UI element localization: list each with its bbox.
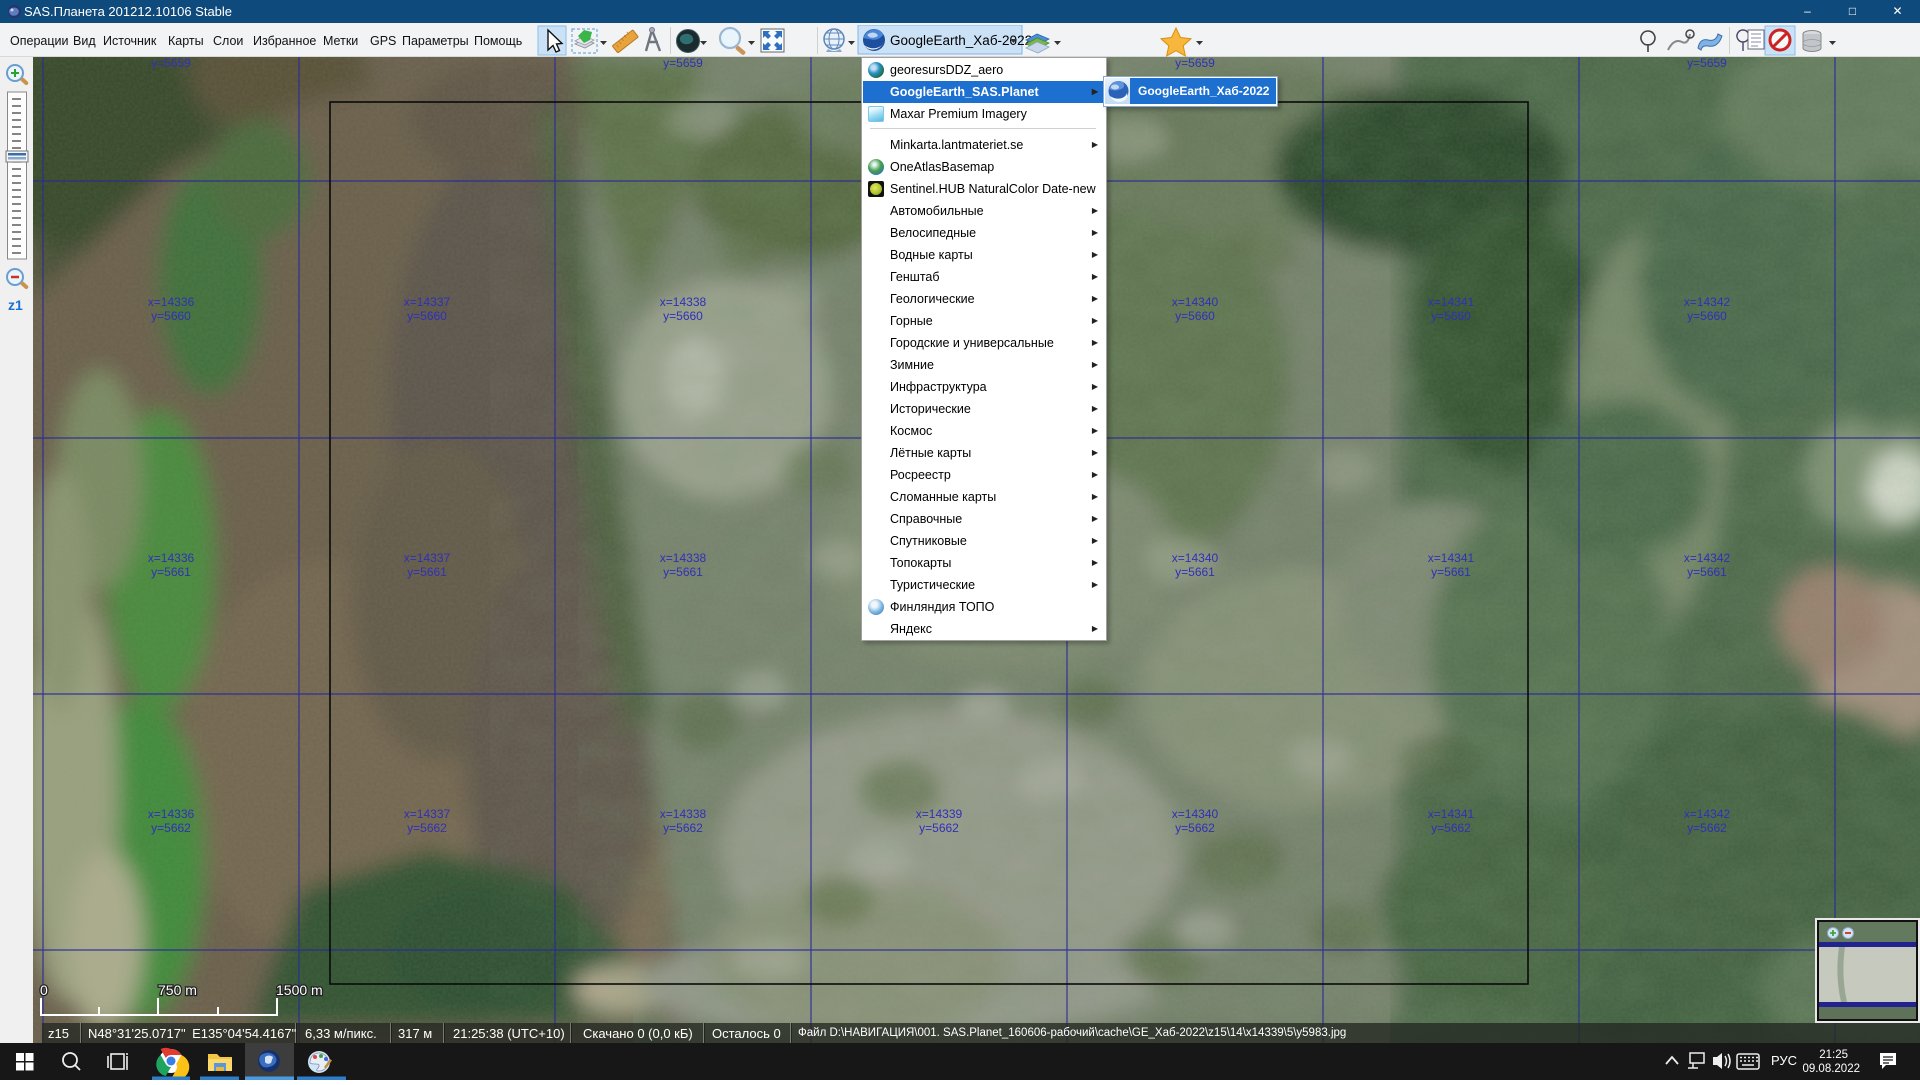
svg-text:x=14337: x=14337 <box>404 295 451 309</box>
svg-text:y=5661: y=5661 <box>1431 565 1471 579</box>
svg-text:x=14340: x=14340 <box>1172 551 1219 565</box>
svg-text:y=5661: y=5661 <box>407 565 447 579</box>
svg-text:y=5661: y=5661 <box>1175 565 1215 579</box>
svg-text:x=14342: x=14342 <box>1684 807 1731 821</box>
svg-text:1500 m: 1500 m <box>276 982 323 998</box>
svg-text:y=5662: y=5662 <box>1431 821 1471 835</box>
svg-text:x=14342: x=14342 <box>1684 295 1731 309</box>
svg-text:y=5659: y=5659 <box>663 57 703 70</box>
svg-text:y=5660: y=5660 <box>407 309 447 323</box>
svg-text:y=5662: y=5662 <box>1175 821 1215 835</box>
svg-text:x=14337: x=14337 <box>404 551 451 565</box>
svg-text:y=5659: y=5659 <box>1687 57 1727 70</box>
svg-text:x=14338: x=14338 <box>660 551 707 565</box>
svg-text:y=5661: y=5661 <box>151 565 191 579</box>
svg-text:x=14336: x=14336 <box>148 295 195 309</box>
svg-text:x=14341: x=14341 <box>1428 551 1475 565</box>
svg-text:x=14338: x=14338 <box>660 807 707 821</box>
svg-text:x=14337: x=14337 <box>404 807 451 821</box>
svg-text:y=5660: y=5660 <box>1687 309 1727 323</box>
svg-text:y=5659: y=5659 <box>1175 57 1215 70</box>
svg-text:y=5662: y=5662 <box>1687 821 1727 835</box>
svg-text:y=5662: y=5662 <box>919 821 959 835</box>
svg-text:0: 0 <box>40 982 48 998</box>
svg-text:z1: z1 <box>8 297 23 313</box>
svg-text:x=14339: x=14339 <box>916 807 963 821</box>
svg-text:y=5660: y=5660 <box>1431 309 1471 323</box>
svg-text:x=14338: x=14338 <box>660 295 707 309</box>
svg-text:x=14340: x=14340 <box>1172 295 1219 309</box>
svg-text:y=5662: y=5662 <box>407 821 447 835</box>
svg-text:y=5659: y=5659 <box>151 57 191 70</box>
svg-text:y=5660: y=5660 <box>1175 309 1215 323</box>
svg-text:x=14341: x=14341 <box>1428 807 1475 821</box>
svg-text:y=5661: y=5661 <box>1687 565 1727 579</box>
svg-text:09.08.2022: 09.08.2022 <box>1802 1063 1860 1075</box>
svg-text:y=5660: y=5660 <box>151 309 191 323</box>
svg-text:x=14336: x=14336 <box>148 551 195 565</box>
svg-text:y=5660: y=5660 <box>663 309 703 323</box>
svg-text:21:25: 21:25 <box>1819 1049 1848 1061</box>
svg-text:x=14336: x=14336 <box>148 807 195 821</box>
svg-text:x=14341: x=14341 <box>1428 295 1475 309</box>
svg-text:x=14340: x=14340 <box>1172 807 1219 821</box>
svg-text:GoogleEarth_Xaб-2022: GoogleEarth_Xaб-2022 <box>890 33 1032 48</box>
svg-text:y=5661: y=5661 <box>663 565 703 579</box>
svg-text:750 m: 750 m <box>158 982 197 998</box>
svg-text:y=5662: y=5662 <box>663 821 703 835</box>
svg-text:y=5662: y=5662 <box>151 821 191 835</box>
svg-text:x=14342: x=14342 <box>1684 551 1731 565</box>
svg-text:РУС: РУС <box>1771 1053 1797 1068</box>
